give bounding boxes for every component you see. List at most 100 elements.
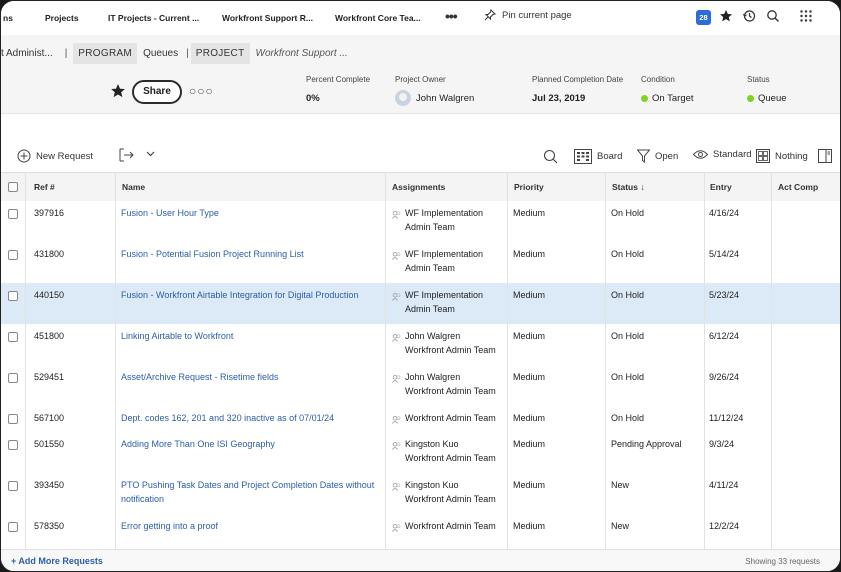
project-owner-label: Project Owner [395,75,446,84]
search-icon[interactable] [766,9,780,23]
breadcrumb-queues[interactable]: Queues [137,48,184,59]
status-text: Queue [758,93,787,104]
select-all-checkbox[interactable] [8,182,18,192]
row-assignments[interactable]: John Walgren Workfront Admin Team [392,370,496,398]
row-name-link[interactable]: Error getting into a proof [121,519,383,533]
app-window: ns Projects IT Projects - Current ... Wo… [0,0,841,572]
row-checkbox[interactable] [8,209,18,219]
row-assignments[interactable]: WF Implementation Admin Team [392,206,483,234]
row-entry: 6/12/24 [709,331,740,341]
side-panel-icon [818,149,832,163]
row-entry: 12/2/24 [709,521,740,531]
history-icon[interactable] [742,9,756,23]
table-row[interactable]: 501550 Adding More Than One ISI Geography… [1,432,840,474]
add-more-requests-link[interactable]: + Add More Requests [11,556,103,566]
row-entry: 9/3/24 [709,439,735,449]
nav-tab-projects[interactable]: Projects [45,13,79,23]
apps-grid-icon[interactable] [799,9,813,23]
row-name-link[interactable]: Adding More Than One ISI Geography [121,437,383,451]
row-priority: Medium [513,521,546,531]
table-row[interactable]: 440150 Fusion - Workfront Airtable Integr… [1,283,840,325]
row-checkbox[interactable] [8,440,18,450]
row-status: On Hold [611,331,645,341]
table-row[interactable]: 451800 Linking Airtable to Workfront John … [1,324,840,366]
plus-circle-icon [17,149,31,163]
column-divider [704,172,705,549]
row-assignments[interactable]: Workfront Admin Team [392,411,496,428]
user-icon [392,247,402,275]
project-owner[interactable]: John Walgren [395,90,474,106]
col-ref[interactable]: Ref # [34,182,55,192]
row-priority: Medium [513,290,546,300]
col-act-comp[interactable]: Act Comp [778,182,818,192]
board-view-button[interactable]: Board [574,149,622,164]
assignee: Workfront Admin Team [405,453,496,463]
favorite-star-icon[interactable] [110,83,126,99]
row-assignments[interactable]: WF Implementation Admin Team [392,247,483,275]
condition-value: On Target [641,93,694,104]
col-status[interactable]: Status ↓ [612,182,645,192]
row-checkbox[interactable] [8,373,18,383]
list-search-button[interactable] [543,149,563,164]
row-assignments[interactable]: Workfront Admin Team [392,519,496,536]
table-row[interactable]: 393450 PTO Pushing Task Dates and Project… [1,473,840,515]
nav-tab-core-team[interactable]: Workfront Core Tea... [335,13,421,23]
row-checkbox[interactable] [8,291,18,301]
row-name-link[interactable]: PTO Pushing Task Dates and Project Compl… [121,478,383,506]
row-checkbox[interactable] [8,414,18,424]
col-assignments[interactable]: Assignments [392,182,445,192]
table-row[interactable]: 397916 Fusion - User Hour Type WF Implemen… [1,201,840,243]
row-assignments[interactable]: Kingston Kuo Workfront Admin Team [392,437,496,465]
row-name-link[interactable]: Asset/Archive Request - Risetime fields [121,370,383,384]
row-name-link[interactable]: Fusion - User Hour Type [121,206,383,220]
row-assignments[interactable]: WF Implementation Admin Team [392,288,483,316]
col-name[interactable]: Name [122,182,145,192]
view-standard-button[interactable]: Standard [693,149,752,160]
row-name-line: Dept. codes 162, 201 and 320 inactive as… [121,413,335,423]
user-icon [392,519,402,536]
nav-more-button[interactable]: ••• [445,8,458,24]
row-checkbox[interactable] [8,522,18,532]
breadcrumb-separator: | [186,48,189,59]
row-checkbox[interactable] [8,250,18,260]
panel-toggle-button[interactable] [818,149,837,163]
star-icon[interactable] [719,9,733,23]
status-dot [747,95,754,102]
row-assignments[interactable]: Kingston Kuo Workfront Admin Team [392,478,496,506]
table-row[interactable]: 431800 Fusion - Potential Fusion Project … [1,242,840,284]
breadcrumb-admin[interactable]: t Administ... [1,48,59,59]
export-button[interactable] [119,148,140,162]
project-header: t Administ... | PROGRAM Queues | PROJECT… [1,35,840,114]
export-icon [119,148,134,162]
row-checkbox[interactable] [8,481,18,491]
row-name-link[interactable]: Linking Airtable to Workfront [121,329,383,343]
table-row[interactable]: 529451 Asset/Archive Request - Risetime f… [1,365,840,407]
notification-badge[interactable]: 28 [696,10,711,25]
export-dropdown[interactable] [146,151,160,157]
row-assignments[interactable]: John Walgren Workfront Admin Team [392,329,496,357]
row-name-link[interactable]: Fusion - Workfront Airtable Integration … [121,288,383,302]
row-status: On Hold [611,208,645,218]
new-request-button[interactable]: New Request [17,149,93,163]
row-ref: 440150 [34,290,65,300]
nav-tab-truncated[interactable]: ns [3,13,13,23]
table-footer: + Add More Requests Showing 33 requests [1,549,840,571]
more-options-button[interactable]: ○○○ [189,84,214,98]
grouping-nothing-button[interactable]: Nothing [756,149,808,163]
col-priority[interactable]: Priority [514,182,544,192]
assignee: Workfront Admin Team [405,345,496,355]
nav-tab-it-projects[interactable]: IT Projects - Current ... [108,13,199,23]
row-name-link[interactable]: Fusion - Potential Fusion Project Runnin… [121,247,383,261]
nav-tab-support[interactable]: Workfront Support R... [222,13,313,23]
table-row[interactable]: 578350 Error getting into a proof Workfron… [1,514,840,550]
table-row[interactable]: 567100 Dept. codes 162, 201 and 320 inact… [1,406,840,433]
breadcrumb: t Administ... | PROGRAM Queues | PROJECT… [1,43,354,64]
row-checkbox[interactable] [8,332,18,342]
breadcrumb-project-name[interactable]: Workfront Support ... [250,48,354,59]
col-entry[interactable]: Entry [710,182,732,192]
share-button[interactable]: Share [132,80,182,104]
pin-page-button[interactable]: Pin current page [484,9,572,21]
row-name-link[interactable]: Dept. codes 162, 201 and 320 inactive as… [121,411,383,425]
status-label: Status [747,75,770,84]
filter-open-button[interactable]: Open [637,149,678,163]
